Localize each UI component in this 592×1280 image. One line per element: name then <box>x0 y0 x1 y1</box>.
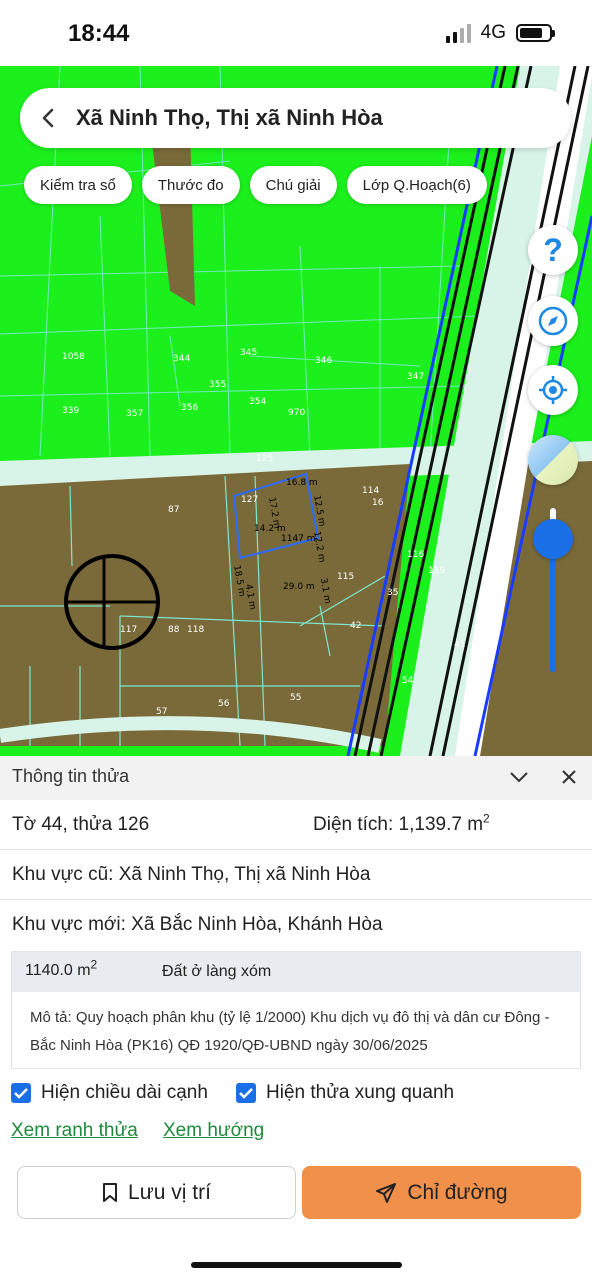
area-unit-sup: 2 <box>483 811 490 826</box>
tool-chips: Kiểm tra sổ Thước đo Chú giải Lớp Q.Hoạc… <box>24 166 487 204</box>
parcel-label: 114 <box>362 486 380 496</box>
search-bar[interactable]: Xã Ninh Thọ, Thị xã Ninh Hòa <box>20 88 571 148</box>
old-area-row: Khu vực cũ: Xã Ninh Thọ, Thị xã Ninh Hòa <box>0 850 592 900</box>
parcel-label: 344 <box>173 354 191 364</box>
chip-legend[interactable]: Chú giải <box>249 166 337 204</box>
parcel-label: 16 <box>372 498 384 508</box>
save-location-label: Lưu vị trí <box>128 1180 211 1204</box>
parcel-label: 118 <box>187 625 205 635</box>
parcel-label: 125 <box>256 454 274 464</box>
planning-area-sup: 2 <box>90 957 98 972</box>
parcel-id-row: Tờ 44, thửa 126 Diện tích: 1,139.7 m2 <box>0 800 592 850</box>
edge-length-label: Hiện chiều dài cạnh <box>41 1082 208 1103</box>
save-location-button[interactable]: Lưu vị trí <box>17 1166 296 1219</box>
planning-description: Mô tả: Quy hoạch phân khu (tỷ lệ 1/2000)… <box>30 1009 550 1054</box>
parcel-label: 1058 <box>62 352 85 362</box>
parcel-label: 57 <box>156 707 168 717</box>
parcel-label: 88 <box>168 625 180 635</box>
parcel-label: 87 <box>168 505 180 515</box>
view-direction-link[interactable]: Xem hướng <box>163 1120 264 1142</box>
back-arrow-icon[interactable] <box>20 88 76 148</box>
help-icon: ? <box>543 231 563 268</box>
parcel-label: 355 <box>209 380 227 390</box>
zoom-slider-handle[interactable] <box>533 519 573 559</box>
edge-length-label: 16.8 m <box>286 478 318 488</box>
chip-check-book[interactable]: Kiểm tra sổ <box>24 166 132 204</box>
parcel-label: 339 <box>62 406 80 416</box>
directions-label: Chỉ đường <box>407 1180 508 1204</box>
home-indicator[interactable] <box>191 1262 402 1268</box>
old-area: Khu vực cũ: Xã Ninh Thọ, Thị xã Ninh Hòa <box>12 864 371 885</box>
battery-icon <box>516 24 555 42</box>
parcel-label: 345 <box>240 348 258 358</box>
edge-length-label: 29.0 m <box>283 582 315 592</box>
parcel-label: 42 <box>350 621 362 631</box>
sheet-parcel: Tờ 44, thửa 126 <box>12 814 150 835</box>
checkbox-checked-icon[interactable] <box>236 1083 256 1103</box>
planning-area-value: 1140.0 m <box>25 962 91 979</box>
help-button[interactable]: ? <box>528 225 578 275</box>
edge-length-label: 14.2 m <box>254 524 286 534</box>
parcel-label: 356 <box>181 403 199 413</box>
signal-icon <box>445 23 471 43</box>
parcel-label: 41 <box>454 640 466 650</box>
parcel-label: 117 <box>120 625 138 635</box>
edge-length-label: 1147 m <box>281 534 316 544</box>
neighbor-parcels-label: Hiện thửa xung quanh <box>266 1082 455 1103</box>
parcel-label: 357 <box>126 409 144 419</box>
status-indicators: 4G <box>445 22 555 44</box>
parcel-label: 970 <box>288 408 306 418</box>
area-value: Diện tích: 1,139.7 m2 <box>313 811 490 836</box>
send-icon <box>376 1182 397 1203</box>
planning-area: 1140.0 m2 <box>25 959 97 980</box>
parcel-label: 54 <box>402 676 414 686</box>
checkbox-checked-icon[interactable] <box>11 1083 31 1103</box>
network-type: 4G <box>480 22 506 43</box>
neighbor-parcels-toggle[interactable]: Hiện thửa xung quanh <box>236 1082 454 1104</box>
locate-button[interactable] <box>528 365 578 415</box>
compass-button[interactable] <box>528 296 578 346</box>
parcel-label: 115 <box>337 572 355 582</box>
planning-detail-header: 1140.0 m2 Đất ở làng xóm <box>12 952 580 992</box>
parcel-label: 56 <box>218 699 230 709</box>
location-title: Xã Ninh Thọ, Thị xã Ninh Hòa <box>76 105 383 130</box>
bookmark-icon <box>103 1182 118 1202</box>
land-type: Đất ở làng xóm <box>162 963 272 980</box>
crosshair-icon <box>539 376 567 404</box>
new-area-row: Khu vực mới: Xã Bắc Ninh Hòa, Khánh Hòa <box>0 900 592 950</box>
close-icon[interactable] <box>556 764 582 790</box>
panel-title: Thông tin thửa <box>12 766 130 786</box>
chip-ruler[interactable]: Thước đo <box>141 166 240 204</box>
area-label: Diện tích: 1,139.7 m <box>313 814 484 835</box>
parcel-label: 116 <box>407 550 425 560</box>
view-boundary-link[interactable]: Xem ranh thửa <box>11 1120 138 1142</box>
parcel-label: 35 <box>387 588 399 598</box>
new-area: Khu vực mới: Xã Bắc Ninh Hòa, Khánh Hòa <box>12 914 383 935</box>
parcel-label: 119 <box>428 566 446 576</box>
chip-planning-layer[interactable]: Lớp Q.Hoạch(6) <box>346 166 487 204</box>
parcel-label: 347 <box>407 372 425 382</box>
directions-button[interactable]: Chỉ đường <box>302 1166 581 1219</box>
layer-toggle-button[interactable] <box>528 435 578 485</box>
planning-detail-box: 1140.0 m2 Đất ở làng xóm Mô tả: Quy hoạc… <box>11 951 581 1069</box>
parcel-label: 354 <box>249 397 267 407</box>
chevron-down-icon[interactable] <box>506 764 532 790</box>
parcel-info-header: Thông tin thửa <box>0 756 592 800</box>
status-time: 18:44 <box>68 20 130 47</box>
status-bar: 18:44 4G <box>0 0 592 66</box>
parcel-label: 346 <box>315 356 333 366</box>
parcel-label: 55 <box>290 693 302 703</box>
parcel-label: 127 <box>241 495 259 505</box>
edge-length-toggle[interactable]: Hiện chiều dài cạnh <box>11 1082 208 1104</box>
compass-icon <box>538 306 568 336</box>
